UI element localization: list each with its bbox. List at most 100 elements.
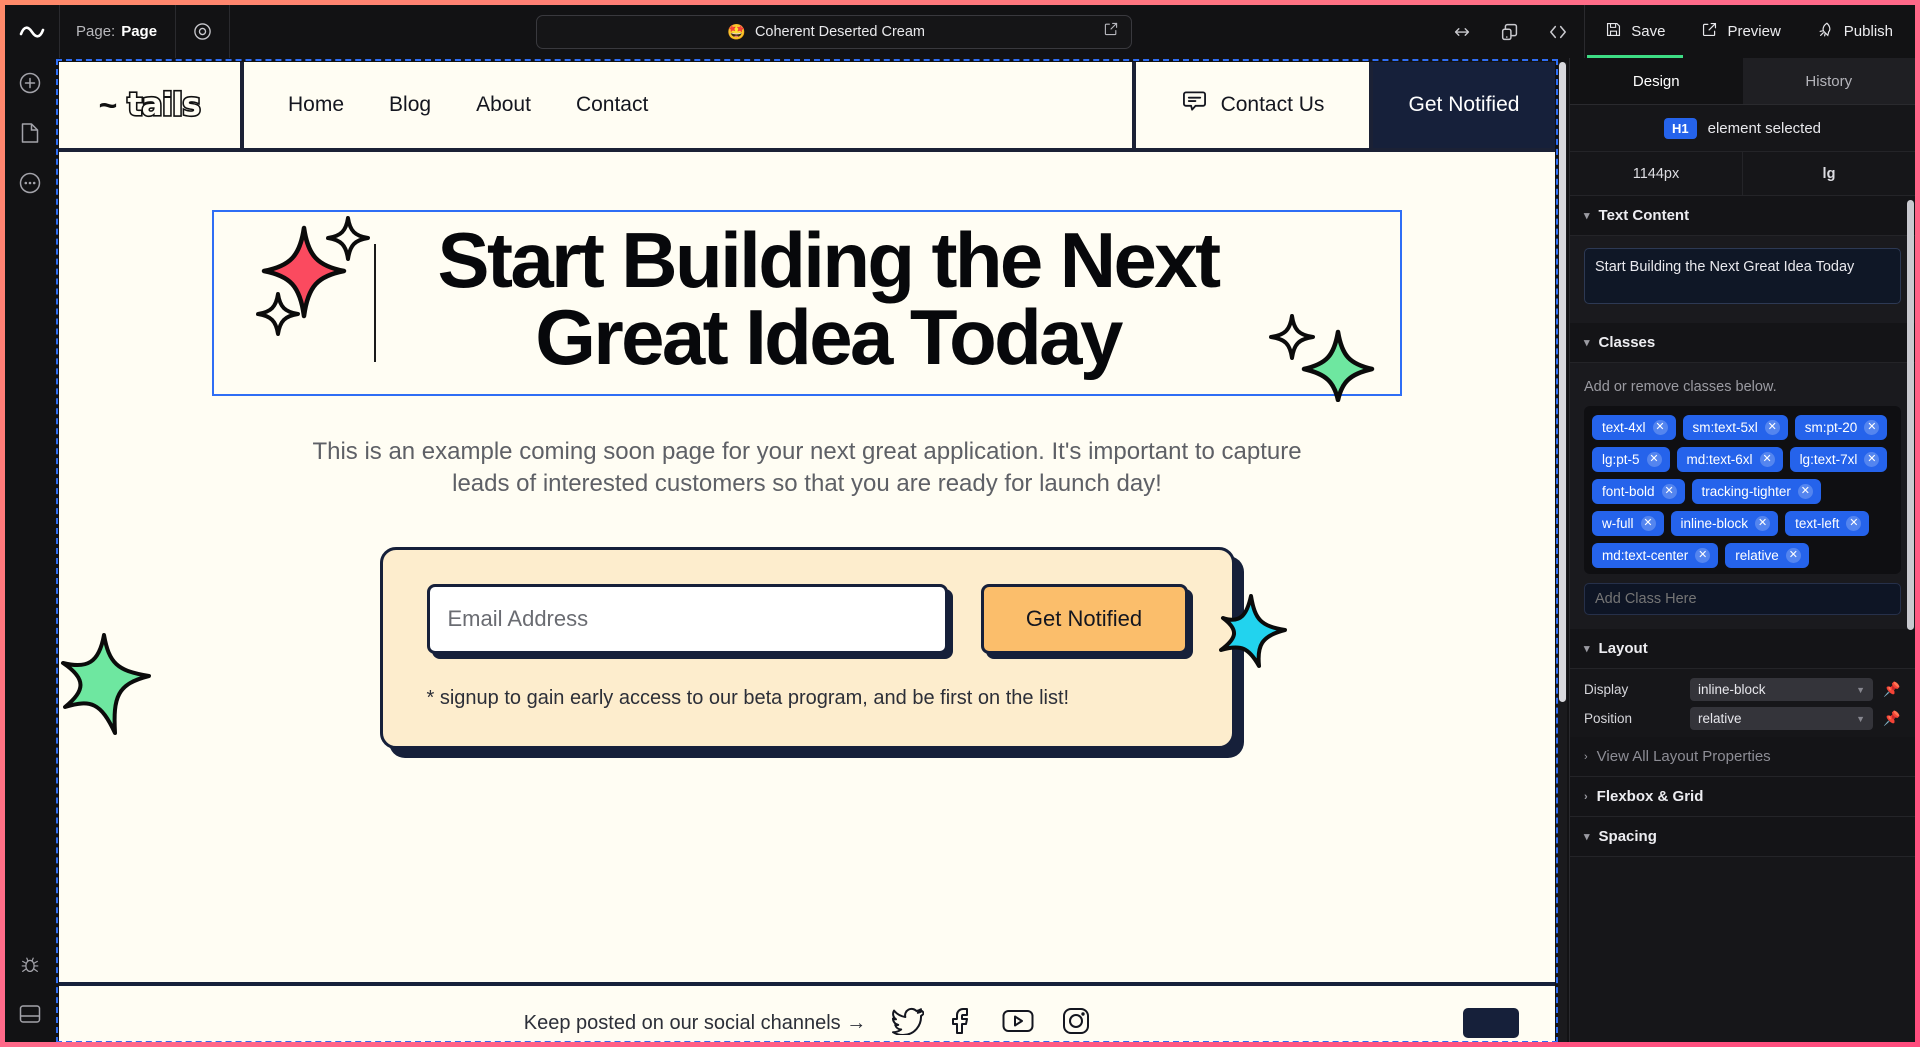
- remove-class-icon[interactable]: ✕: [1764, 420, 1780, 435]
- more-circle-icon[interactable]: [18, 171, 42, 200]
- tab-design[interactable]: Design: [1570, 58, 1743, 105]
- sparkle-green-blob-icon: [61, 632, 151, 735]
- section-header-classes[interactable]: ▾ Classes: [1570, 323, 1915, 363]
- class-chip[interactable]: sm:text-5xl ✕: [1682, 415, 1788, 440]
- remove-class-icon[interactable]: ✕: [1695, 548, 1711, 563]
- remove-class-icon[interactable]: ✕: [1759, 452, 1775, 467]
- canvas-scrollbar-thumb[interactable]: [1559, 62, 1566, 702]
- class-chip[interactable]: sm:pt-20 ✕: [1794, 415, 1888, 440]
- remove-class-icon[interactable]: ✕: [1846, 516, 1862, 531]
- class-chip[interactable]: lg:pt-5 ✕: [1592, 447, 1670, 472]
- nav-link-about[interactable]: About: [476, 93, 531, 117]
- edit-square-icon[interactable]: [1103, 21, 1119, 42]
- top-toolbar: Page: Page 🤩 Coherent Deserted Cream Sav…: [5, 5, 1915, 58]
- display-select[interactable]: inline-block ▼: [1690, 678, 1873, 701]
- chat-bubble-icon: [1181, 90, 1208, 120]
- chevron-down-icon: ▼: [1856, 684, 1865, 695]
- page-file-icon[interactable]: [19, 121, 41, 150]
- text-content-textarea[interactable]: [1584, 248, 1901, 304]
- h1-selection-box[interactable]: Start Building the Next Great Idea Today: [212, 210, 1402, 403]
- external-link-icon: [1701, 21, 1718, 42]
- remove-class-icon[interactable]: ✕: [1785, 548, 1801, 563]
- preview-eye-icon[interactable]: [176, 5, 231, 58]
- class-chip-label: relative: [1735, 548, 1779, 563]
- section-header-spacing[interactable]: ▾ Spacing: [1570, 817, 1915, 857]
- email-input[interactable]: [426, 583, 948, 654]
- nav-get-notified-button[interactable]: Get Notified: [1373, 62, 1555, 148]
- youtube-icon[interactable]: [1002, 1008, 1034, 1039]
- project-name-pill[interactable]: 🤩 Coherent Deserted Cream: [536, 14, 1133, 49]
- save-button[interactable]: Save: [1587, 5, 1684, 58]
- toolbar-right-actions: Save Preview Publish: [1438, 5, 1915, 58]
- class-chip[interactable]: font-bold ✕: [1592, 479, 1685, 504]
- chevron-right-icon: ›: [1584, 750, 1588, 763]
- pin-icon[interactable]: 📌: [1883, 681, 1901, 698]
- remove-class-icon[interactable]: ✕: [1797, 484, 1813, 499]
- chevron-down-icon: ▾: [1584, 643, 1590, 655]
- panel-scrollbar-thumb[interactable]: [1907, 200, 1914, 630]
- panel-scrollbar[interactable]: [1907, 200, 1914, 1042]
- publish-button[interactable]: Publish: [1799, 5, 1911, 58]
- save-label: Save: [1631, 23, 1666, 40]
- remove-class-icon[interactable]: ✕: [1864, 420, 1880, 435]
- nav-link-blog[interactable]: Blog: [389, 93, 431, 117]
- code-brackets-icon[interactable]: [1534, 5, 1582, 58]
- remove-class-icon[interactable]: ✕: [1661, 484, 1677, 499]
- remove-class-icon[interactable]: ✕: [1640, 516, 1656, 531]
- signup-get-notified-button[interactable]: Get Notified: [980, 583, 1188, 654]
- instagram-icon[interactable]: [1062, 1007, 1090, 1040]
- nav-link-contact[interactable]: Contact: [576, 93, 648, 117]
- display-label: Display: [1584, 682, 1629, 697]
- class-chip[interactable]: md:text-6xl ✕: [1676, 447, 1783, 472]
- site-brand[interactable]: ~ tails: [59, 62, 244, 148]
- remove-class-icon[interactable]: ✕: [1864, 452, 1880, 467]
- section-header-layout[interactable]: ▾ Layout: [1570, 629, 1915, 669]
- remove-class-icon[interactable]: ✕: [1755, 516, 1771, 531]
- hero-heading[interactable]: Start Building the Next Great Idea Today: [214, 221, 1400, 376]
- breakpoint-name[interactable]: lg: [1743, 152, 1915, 195]
- site-nav-links: Home Blog About Contact: [244, 62, 1136, 148]
- view-all-layout-properties[interactable]: › View All Layout Properties: [1570, 737, 1915, 777]
- horizontal-resize-icon[interactable]: [1438, 5, 1486, 58]
- remove-class-icon[interactable]: ✕: [1652, 420, 1668, 435]
- publish-label: Publish: [1843, 23, 1893, 40]
- section-header-flexbox-grid[interactable]: › Flexbox & Grid: [1570, 777, 1915, 817]
- position-select[interactable]: relative ▼: [1690, 707, 1873, 730]
- tab-history[interactable]: History: [1742, 58, 1915, 105]
- preview-button[interactable]: Preview: [1683, 5, 1798, 58]
- pin-icon[interactable]: 📌: [1883, 710, 1901, 727]
- nav-link-home[interactable]: Home: [288, 93, 344, 117]
- class-chip[interactable]: md:text-center ✕: [1592, 543, 1719, 568]
- devices-icon[interactable]: [1486, 5, 1534, 58]
- remove-class-icon[interactable]: ✕: [1646, 452, 1662, 467]
- class-chip[interactable]: inline-block ✕: [1670, 511, 1779, 536]
- facebook-icon[interactable]: [952, 1007, 974, 1040]
- class-chip[interactable]: text-4xl ✕: [1592, 415, 1676, 440]
- canvas-scrollbar[interactable]: [1558, 62, 1567, 1042]
- tilde-logo-icon[interactable]: [5, 5, 60, 58]
- nav-contact-us[interactable]: Contact Us: [1136, 62, 1373, 148]
- bug-icon[interactable]: [19, 954, 41, 981]
- left-rail: [5, 58, 55, 1042]
- class-chip[interactable]: lg:text-7xl ✕: [1789, 447, 1888, 472]
- breakpoint-width[interactable]: 1144px: [1570, 152, 1743, 195]
- footer-text: Keep posted on our social channels →: [523, 1011, 867, 1034]
- plus-circle-icon[interactable]: [18, 71, 42, 100]
- layout-title: Layout: [1598, 640, 1648, 657]
- class-chip[interactable]: text-left ✕: [1785, 511, 1870, 536]
- project-name-inner: 🤩 Coherent Deserted Cream: [549, 23, 1103, 41]
- section-header-text-content[interactable]: ▾ Text Content: [1570, 196, 1915, 236]
- breakpoint-row: 1144px lg: [1570, 152, 1915, 196]
- class-chip[interactable]: relative ✕: [1725, 543, 1809, 568]
- class-chip[interactable]: w-full ✕: [1592, 511, 1664, 536]
- nav-contact-label: Contact Us: [1220, 93, 1325, 116]
- chevron-down-icon: ▼: [1856, 713, 1865, 724]
- brand-wordmark: tails: [126, 85, 203, 124]
- page-selector[interactable]: Page: Page: [60, 5, 177, 58]
- position-value: relative: [1698, 711, 1742, 726]
- bottom-panel-icon[interactable]: [18, 1003, 42, 1030]
- twitter-icon[interactable]: [892, 1007, 926, 1040]
- view-all-layout-label: View All Layout Properties: [1596, 748, 1771, 765]
- class-chip[interactable]: tracking-tighter ✕: [1691, 479, 1821, 504]
- add-class-input[interactable]: [1584, 583, 1901, 615]
